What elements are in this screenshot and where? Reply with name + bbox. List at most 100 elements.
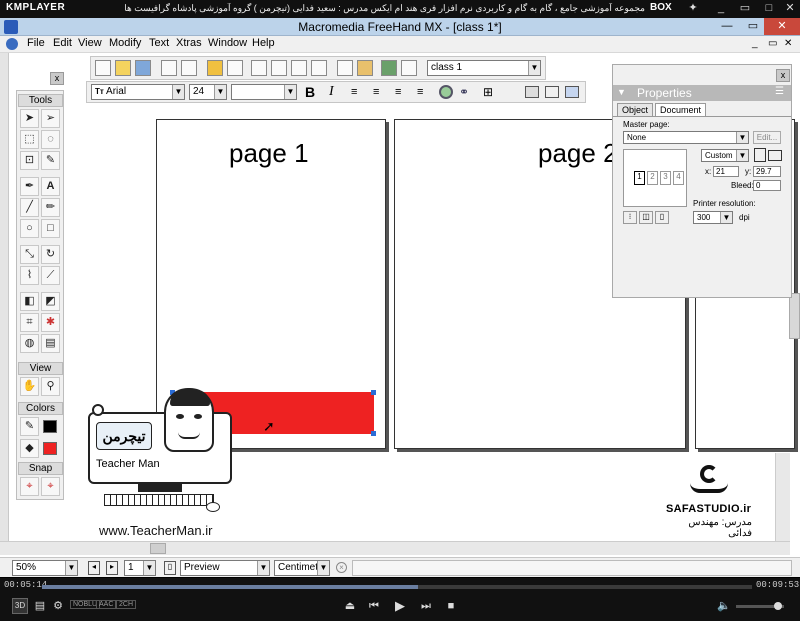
rotate-tool[interactable]: ↻ bbox=[41, 245, 60, 264]
menu-xtras[interactable]: Xtras bbox=[176, 37, 202, 49]
mirror-tool[interactable]: ◧ bbox=[20, 292, 39, 311]
page-size-select[interactable]: Custom ▼ bbox=[701, 149, 749, 162]
save-icon[interactable] bbox=[135, 60, 151, 76]
font-style-select[interactable]: ▼ bbox=[231, 84, 297, 100]
hand-tool[interactable]: ✋ bbox=[20, 377, 39, 396]
text-on-path-icon[interactable] bbox=[439, 85, 453, 99]
printer-resolution-select[interactable]: 300 ▼ bbox=[693, 211, 733, 224]
eyedropper-tool[interactable]: ✎ bbox=[41, 151, 60, 170]
scale-transform-tool[interactable]: ⤡ bbox=[20, 245, 39, 264]
doc-minimize-icon[interactable]: _ bbox=[752, 38, 758, 49]
portrait-icon[interactable] bbox=[754, 148, 766, 162]
zoom-select[interactable]: 50% ▼ bbox=[12, 560, 78, 576]
text-frame-icon[interactable] bbox=[525, 86, 539, 98]
menu-edit[interactable]: Edit bbox=[53, 37, 72, 49]
blend-tool[interactable]: ◍ bbox=[20, 334, 39, 353]
bold-button[interactable]: B bbox=[305, 84, 315, 100]
open-icon[interactable] bbox=[115, 60, 131, 76]
menu-file[interactable]: File bbox=[27, 37, 45, 49]
menu-text[interactable]: Text bbox=[149, 37, 169, 49]
box-label[interactable]: BOX bbox=[650, 2, 672, 13]
menu-window[interactable]: Window bbox=[208, 37, 247, 49]
restore-icon[interactable]: ▭ bbox=[738, 2, 752, 15]
volume-icon[interactable]: 🔈 bbox=[716, 599, 732, 613]
page-thumbnails[interactable]: 1 2 3 4 bbox=[623, 149, 687, 207]
justify-icon[interactable]: ≡ bbox=[417, 86, 423, 98]
window-minimize-button[interactable]: — bbox=[714, 18, 740, 35]
group-icon[interactable] bbox=[251, 60, 267, 76]
pencil-tool[interactable]: ✏ bbox=[41, 198, 60, 217]
knife-tool[interactable]: ⟋ bbox=[41, 266, 60, 285]
y-input[interactable]: 29.7 bbox=[753, 166, 781, 177]
page-number-select[interactable]: 1 ▼ bbox=[124, 560, 156, 576]
transform-icon[interactable] bbox=[291, 60, 307, 76]
new-icon[interactable] bbox=[95, 60, 111, 76]
menu-modify[interactable]: Modify bbox=[109, 37, 141, 49]
flow-text-icon[interactable]: ⊞ bbox=[483, 85, 493, 99]
pen-tool[interactable]: ✒ bbox=[20, 177, 39, 196]
x-input[interactable]: 21 bbox=[713, 166, 739, 177]
horizontal-scroll-thumb[interactable] bbox=[150, 543, 166, 554]
page-icon[interactable]: ▯ bbox=[164, 561, 176, 575]
italic-button[interactable]: I bbox=[329, 84, 334, 100]
bleed-input[interactable]: 0 bbox=[753, 180, 781, 191]
selection-handle[interactable] bbox=[371, 431, 376, 436]
3d-icon[interactable]: 3D bbox=[12, 598, 28, 614]
thumb-page-2[interactable]: 2 bbox=[647, 171, 658, 185]
previous-page-icon[interactable]: ◂ bbox=[88, 561, 100, 575]
horizontal-scrollbar[interactable] bbox=[0, 541, 790, 555]
graphic-hose-tool[interactable]: ✱ bbox=[41, 313, 60, 332]
fill-icon[interactable]: ◆ bbox=[20, 439, 39, 458]
settings-gear-icon[interactable]: ⚙ bbox=[50, 599, 66, 613]
eject-icon[interactable]: ⏏ bbox=[342, 599, 358, 613]
align-center-icon[interactable]: ≡ bbox=[373, 86, 379, 98]
window-close-button[interactable]: ✕ bbox=[764, 18, 800, 35]
lock-icon[interactable] bbox=[207, 60, 223, 76]
layers-icon[interactable] bbox=[401, 60, 417, 76]
selection-handle[interactable] bbox=[371, 390, 376, 395]
no-entry-icon[interactable]: × bbox=[336, 562, 347, 573]
document-icon[interactable] bbox=[6, 38, 18, 50]
add-pages-icon[interactable]: ⁝ bbox=[623, 211, 637, 224]
skew-tool[interactable]: ◩ bbox=[41, 292, 60, 311]
text-wrap-icon[interactable] bbox=[545, 86, 559, 98]
tab-document[interactable]: Document bbox=[655, 103, 707, 117]
swatches-icon[interactable] bbox=[381, 60, 397, 76]
pointer-tool[interactable]: ➤ bbox=[20, 109, 39, 128]
close-icon[interactable]: ✕ bbox=[783, 2, 797, 15]
freeform-tool[interactable]: ⌇ bbox=[20, 266, 39, 285]
stroke-color-swatch[interactable] bbox=[43, 420, 57, 433]
rectangle-tool[interactable]: □ bbox=[41, 219, 60, 238]
stop-icon[interactable]: ■ bbox=[443, 599, 459, 613]
align-right-icon[interactable]: ≡ bbox=[395, 86, 401, 98]
library-icon[interactable] bbox=[311, 60, 327, 76]
ellipse-tool[interactable]: ○ bbox=[20, 219, 39, 238]
align-icon[interactable] bbox=[271, 60, 287, 76]
master-page-select[interactable]: None ▼ bbox=[623, 131, 749, 144]
align-left-icon[interactable]: ≡ bbox=[351, 86, 357, 98]
panel-menu-icon[interactable]: ☰ bbox=[775, 86, 784, 97]
lasso-tool[interactable]: ◌ bbox=[41, 130, 60, 149]
volume-slider-handle[interactable] bbox=[774, 602, 782, 610]
maximize-icon[interactable]: □ bbox=[762, 2, 776, 15]
menu-help[interactable]: Help bbox=[252, 37, 275, 49]
tools-close-button[interactable]: x bbox=[50, 72, 64, 85]
envelope-tool[interactable]: ▤ bbox=[41, 334, 60, 353]
properties-close-button[interactable]: x bbox=[776, 69, 790, 82]
unlock-icon[interactable] bbox=[227, 60, 243, 76]
text-tool[interactable]: A bbox=[41, 177, 60, 196]
styles-icon[interactable] bbox=[337, 60, 353, 76]
scale-tool[interactable]: ⊡ bbox=[20, 151, 39, 170]
link-text-icon[interactable]: ⚭ bbox=[459, 85, 469, 99]
import-icon[interactable] bbox=[161, 60, 177, 76]
vertical-scroll-thumb[interactable] bbox=[789, 293, 800, 339]
next-page-icon[interactable]: ▸ bbox=[106, 561, 118, 575]
subselect-tool[interactable]: ➢ bbox=[41, 109, 60, 128]
color-mixer-icon[interactable] bbox=[357, 60, 373, 76]
stroke-icon[interactable]: ✎ bbox=[20, 417, 39, 436]
vertical-scrollbar[interactable] bbox=[775, 453, 790, 541]
font-size-select[interactable]: 24 ▼ bbox=[189, 84, 227, 100]
window-maximize-button[interactable]: ▭ bbox=[740, 18, 766, 35]
fill-color-swatch[interactable] bbox=[43, 442, 57, 455]
view-mode-select[interactable]: Preview ▼ bbox=[180, 560, 270, 576]
